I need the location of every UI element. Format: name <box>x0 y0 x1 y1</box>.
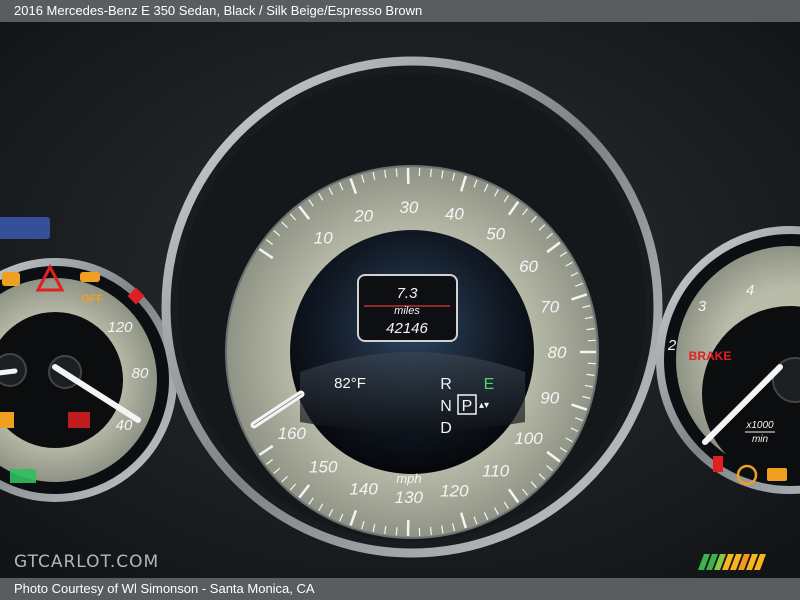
gear-r: R <box>440 376 452 393</box>
tach-tick-3: 3 <box>698 298 707 315</box>
gear-p: P <box>462 398 473 415</box>
range-unit: miles <box>394 305 420 317</box>
speed-unit: mph <box>396 471 421 486</box>
traction-off-icon <box>80 272 100 282</box>
gear-n: N <box>440 398 452 415</box>
speed-label-60: 60 <box>519 257 538 276</box>
coolant-temp-icon <box>68 412 90 428</box>
tach-tick-4: 4 <box>746 282 754 299</box>
outside-temperature: 82°F <box>334 375 366 392</box>
caption-bar-top: 2016 Mercedes-Benz E 350 Sedan, Black / … <box>0 0 800 22</box>
caption-title: 2016 Mercedes-Benz E 350 Sedan, Black / … <box>14 3 423 18</box>
speed-tick <box>429 526 432 536</box>
instrument-cluster-photo: 120 80 40 OFF 7.3 miles 42146 82°F R N P… <box>0 22 800 578</box>
speedometer: 7.3 miles 42146 82°F R N P ▴▾ D E mph 10… <box>161 56 663 558</box>
site-logo-stripes <box>698 554 766 570</box>
speed-label-40: 40 <box>445 204 464 223</box>
instrument-cluster-svg: 120 80 40 OFF 7.3 miles 42146 82°F R N P… <box>0 22 800 578</box>
speed-label-10: 10 <box>314 228 333 247</box>
fuel-icon <box>0 412 14 428</box>
speed-label-80: 80 <box>548 343 567 362</box>
speed-tick <box>395 168 398 177</box>
brake-warning-label: BRAKE <box>689 349 732 363</box>
speed-label-70: 70 <box>540 298 559 317</box>
speed-label-30: 30 <box>399 198 418 217</box>
speed-label-110: 110 <box>482 461 510 480</box>
speed-label-140: 140 <box>349 480 378 499</box>
photo-credit: Photo Courtesy of Wl Simonson - Santa Mo… <box>14 581 315 596</box>
caption-bar-bottom: Photo Courtesy of Wl Simonson - Santa Mo… <box>0 578 800 600</box>
speed-label-50: 50 <box>486 225 505 244</box>
traction-off-label: OFF <box>81 293 103 305</box>
gear-up-down-arrows-icon: ▴▾ <box>479 400 489 411</box>
left-tick-40: 40 <box>116 417 133 434</box>
speed-label-150: 150 <box>309 458 338 477</box>
engine-check-icon <box>767 468 787 481</box>
tach-unit-bottom: min <box>752 434 769 445</box>
seatbelt-warning-icon <box>713 456 723 472</box>
eco-mode-label: E <box>484 376 495 393</box>
range-value: 7.3 <box>397 285 419 302</box>
speed-label-100: 100 <box>514 429 543 448</box>
engine-warning-icon <box>2 272 20 286</box>
speed-label-160: 160 <box>278 424 307 443</box>
light-indicator-icon <box>10 469 36 483</box>
odometer-value: 42146 <box>386 320 428 337</box>
speed-label-20: 20 <box>353 206 373 225</box>
speed-tick <box>587 339 596 342</box>
left-tick-80: 80 <box>132 365 149 382</box>
watermark: GTCARLOT.COM <box>14 552 160 572</box>
tach-tick-2: 2 <box>667 337 677 354</box>
speed-label-90: 90 <box>540 388 559 407</box>
speed-tick <box>395 527 398 536</box>
speed-label-120: 120 <box>440 482 469 501</box>
speed-label-130: 130 <box>395 488 424 507</box>
speed-tick <box>587 362 596 365</box>
tach-unit-top: x1000 <box>745 420 774 431</box>
speed-tick <box>429 168 432 178</box>
left-tick-120: 120 <box>107 319 133 336</box>
gear-d: D <box>440 420 452 437</box>
